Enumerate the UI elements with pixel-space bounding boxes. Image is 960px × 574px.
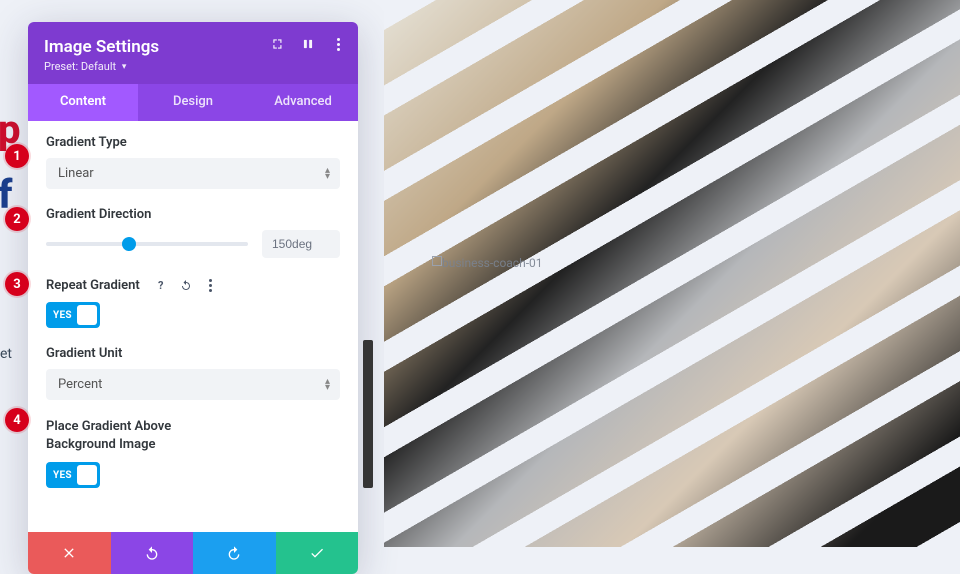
panel-preset[interactable]: Preset: Default ▾ (44, 60, 342, 73)
panel-preset-label: Preset: Default (44, 60, 116, 73)
expand-icon[interactable] (270, 36, 286, 52)
field-gradient-direction: Gradient Direction (46, 207, 340, 258)
label-place-above: Place Gradient Above Background Image (46, 418, 340, 454)
tab-design[interactable]: Design (138, 84, 248, 121)
toggle-label-yes: YES (46, 310, 72, 321)
reset-icon[interactable] (177, 276, 195, 294)
label-gradient-type: Gradient Type (46, 135, 340, 150)
field-gradient-type: Gradient Type Linear ▴▾ (46, 135, 340, 189)
label-repeat-gradient-text: Repeat Gradient (46, 278, 140, 293)
slider-thumb[interactable] (122, 237, 136, 251)
placeholder-checkbox-icon (432, 256, 442, 266)
place-above-toggle[interactable]: YES (46, 462, 100, 488)
field-gradient-unit: Gradient Unit Percent ▴▾ (46, 346, 340, 400)
label-place-above-line1: Place Gradient Above (46, 419, 171, 434)
field-place-above: Place Gradient Above Background Image YE… (46, 418, 340, 488)
gradient-type-value: Linear (46, 158, 340, 189)
label-repeat-gradient: Repeat Gradient ? (46, 276, 340, 294)
gradient-direction-slider[interactable] (46, 235, 248, 253)
gradient-type-select[interactable]: Linear ▴▾ (46, 158, 340, 189)
panel-header-actions (270, 36, 346, 52)
image-settings-panel: Image Settings Preset: Default ▾ Content… (28, 22, 358, 574)
save-button[interactable] (276, 532, 359, 574)
tab-content[interactable]: Content (28, 84, 138, 121)
field-menu-icon[interactable] (202, 276, 220, 294)
repeat-gradient-toggle[interactable]: YES (46, 302, 100, 328)
undo-button[interactable] (111, 532, 194, 574)
annotation-badge-1: 1 (5, 144, 29, 168)
slider-track (46, 242, 248, 246)
check-icon (309, 545, 325, 561)
panel-body: Gradient Type Linear ▴▾ Gradient Directi… (28, 121, 358, 532)
preview-left-edge (363, 340, 373, 488)
panel-footer (28, 532, 358, 574)
toggle-knob (77, 305, 97, 325)
undo-icon (144, 545, 160, 561)
gradient-direction-value[interactable] (262, 230, 340, 258)
help-icon[interactable]: ? (152, 276, 170, 294)
label-place-above-line2: Background Image (46, 437, 155, 452)
gradient-unit-value: Percent (46, 369, 340, 400)
toggle-label-yes: YES (46, 470, 72, 481)
preview-placeholder-label: business-coach-01 (442, 256, 543, 270)
preview-pane (384, 0, 960, 547)
annotation-badge-4: 4 (5, 408, 29, 432)
toggle-knob (77, 465, 97, 485)
tab-advanced[interactable]: Advanced (248, 84, 358, 121)
sidebar-et-text: et (0, 346, 12, 362)
field-repeat-gradient: Repeat Gradient ? YES (46, 276, 340, 328)
close-icon (61, 545, 77, 561)
caret-down-icon: ▾ (122, 62, 127, 72)
annotation-badge-2: 2 (5, 207, 29, 231)
cancel-button[interactable] (28, 532, 111, 574)
panel-header: Image Settings Preset: Default ▾ (28, 22, 358, 84)
annotation-badge-3: 3 (5, 272, 29, 296)
label-gradient-unit: Gradient Unit (46, 346, 340, 361)
gradient-unit-select[interactable]: Percent ▴▾ (46, 369, 340, 400)
label-gradient-direction: Gradient Direction (46, 207, 340, 222)
more-icon[interactable] (330, 36, 346, 52)
redo-button[interactable] (193, 532, 276, 574)
drag-icon[interactable] (300, 36, 316, 52)
redo-icon (226, 545, 242, 561)
panel-tabs: Content Design Advanced (28, 84, 358, 121)
preview-image-striped (384, 0, 960, 547)
